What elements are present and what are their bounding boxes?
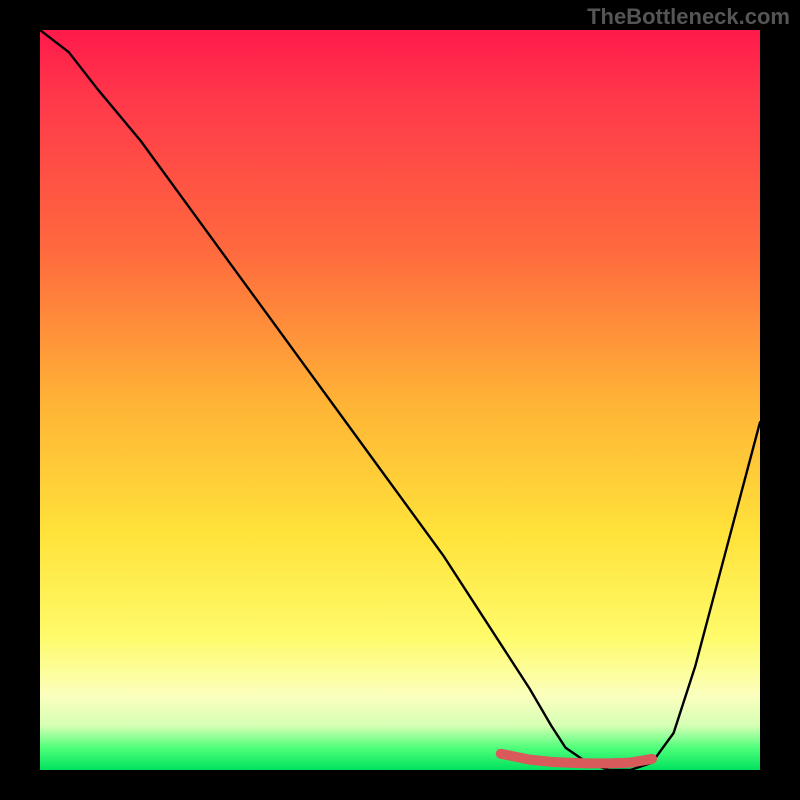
plot-area xyxy=(40,30,760,770)
watermark-text: TheBottleneck.com xyxy=(587,4,790,30)
curve-svg xyxy=(40,30,760,770)
chart-frame: TheBottleneck.com xyxy=(0,0,800,800)
main-curve-line xyxy=(40,30,760,770)
